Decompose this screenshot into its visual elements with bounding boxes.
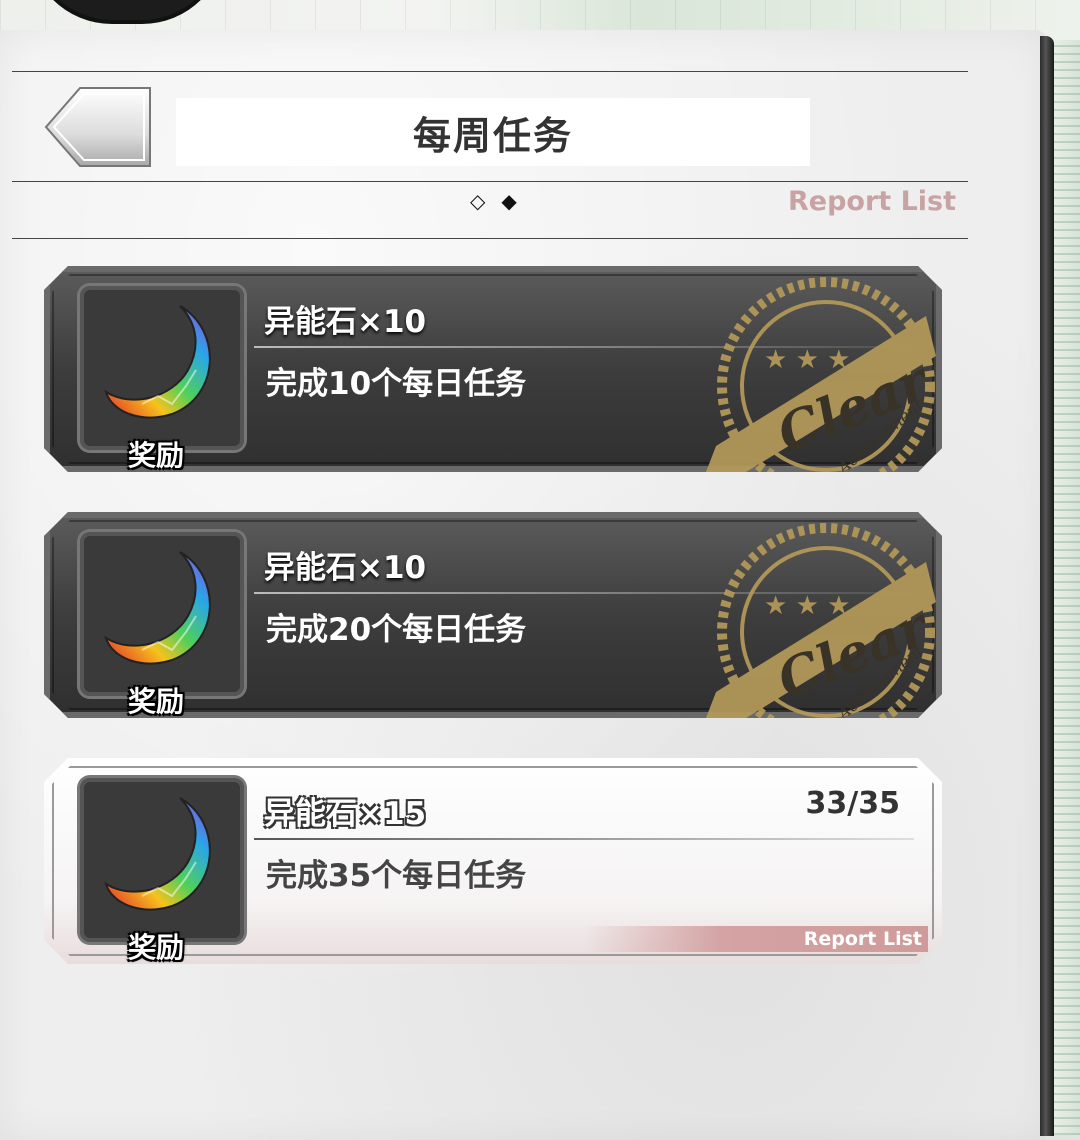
back-button[interactable]	[44, 86, 152, 168]
reward-icon-box	[80, 532, 244, 696]
reward-item-name: 异能石×10	[264, 550, 427, 586]
quest-progress: 33/35	[805, 786, 900, 821]
side-decoration	[1054, 40, 1080, 1135]
reward-label: 奖励	[128, 439, 185, 472]
quest-card[interactable]: 奖励 异能石×15 33/35 完成35个每日任务 Report List	[44, 758, 942, 964]
crescent-gem-icon	[104, 797, 211, 911]
header-rule-middle	[12, 181, 968, 182]
reward-icon-box	[80, 286, 244, 450]
report-list-link[interactable]: Report List	[788, 186, 956, 217]
svg-text:★ ★ ★: ★ ★ ★	[764, 591, 850, 621]
quest-card[interactable]: 奖励 异能石×10 完成10个每日任务 ★ ★ ★ Clear Achievem…	[44, 266, 942, 472]
page-title: 每周任务	[176, 98, 810, 166]
svg-text:★ ★ ★: ★ ★ ★	[764, 345, 850, 375]
quest-description: 完成10个每日任务	[266, 366, 527, 402]
page-dot-inactive[interactable]: ◇	[470, 191, 485, 211]
reward-label: 奖励	[128, 685, 185, 718]
reward-icon-box	[80, 778, 244, 942]
page-indicator[interactable]: ◇ ◆	[470, 188, 540, 214]
panel-edge	[1040, 36, 1054, 1136]
clear-stamp-icon: ★ ★ ★ Clear Achievement	[706, 277, 936, 472]
crescent-gem-icon	[104, 305, 211, 419]
reward-label: 奖励	[128, 931, 185, 964]
page-dot-active[interactable]: ◆	[501, 191, 516, 211]
quest-description: 完成35个每日任务	[266, 858, 527, 894]
clear-stamp-icon: ★ ★ ★ Clear Achievement	[706, 523, 936, 718]
report-list-link[interactable]: Report List	[583, 926, 928, 952]
quest-description: 完成20个每日任务	[266, 612, 527, 648]
reward-item-name: 异能石×15	[264, 796, 427, 832]
header-rule-bottom	[12, 238, 968, 239]
reward-item-name: 异能石×10	[264, 304, 427, 340]
back-arrow-icon	[44, 87, 151, 167]
card-divider	[254, 838, 914, 840]
crescent-gem-icon	[104, 551, 211, 665]
quest-card[interactable]: 奖励 异能石×10 完成20个每日任务 ★ ★ ★ Clear Achievem…	[44, 512, 942, 718]
header-rule-top	[12, 71, 968, 72]
